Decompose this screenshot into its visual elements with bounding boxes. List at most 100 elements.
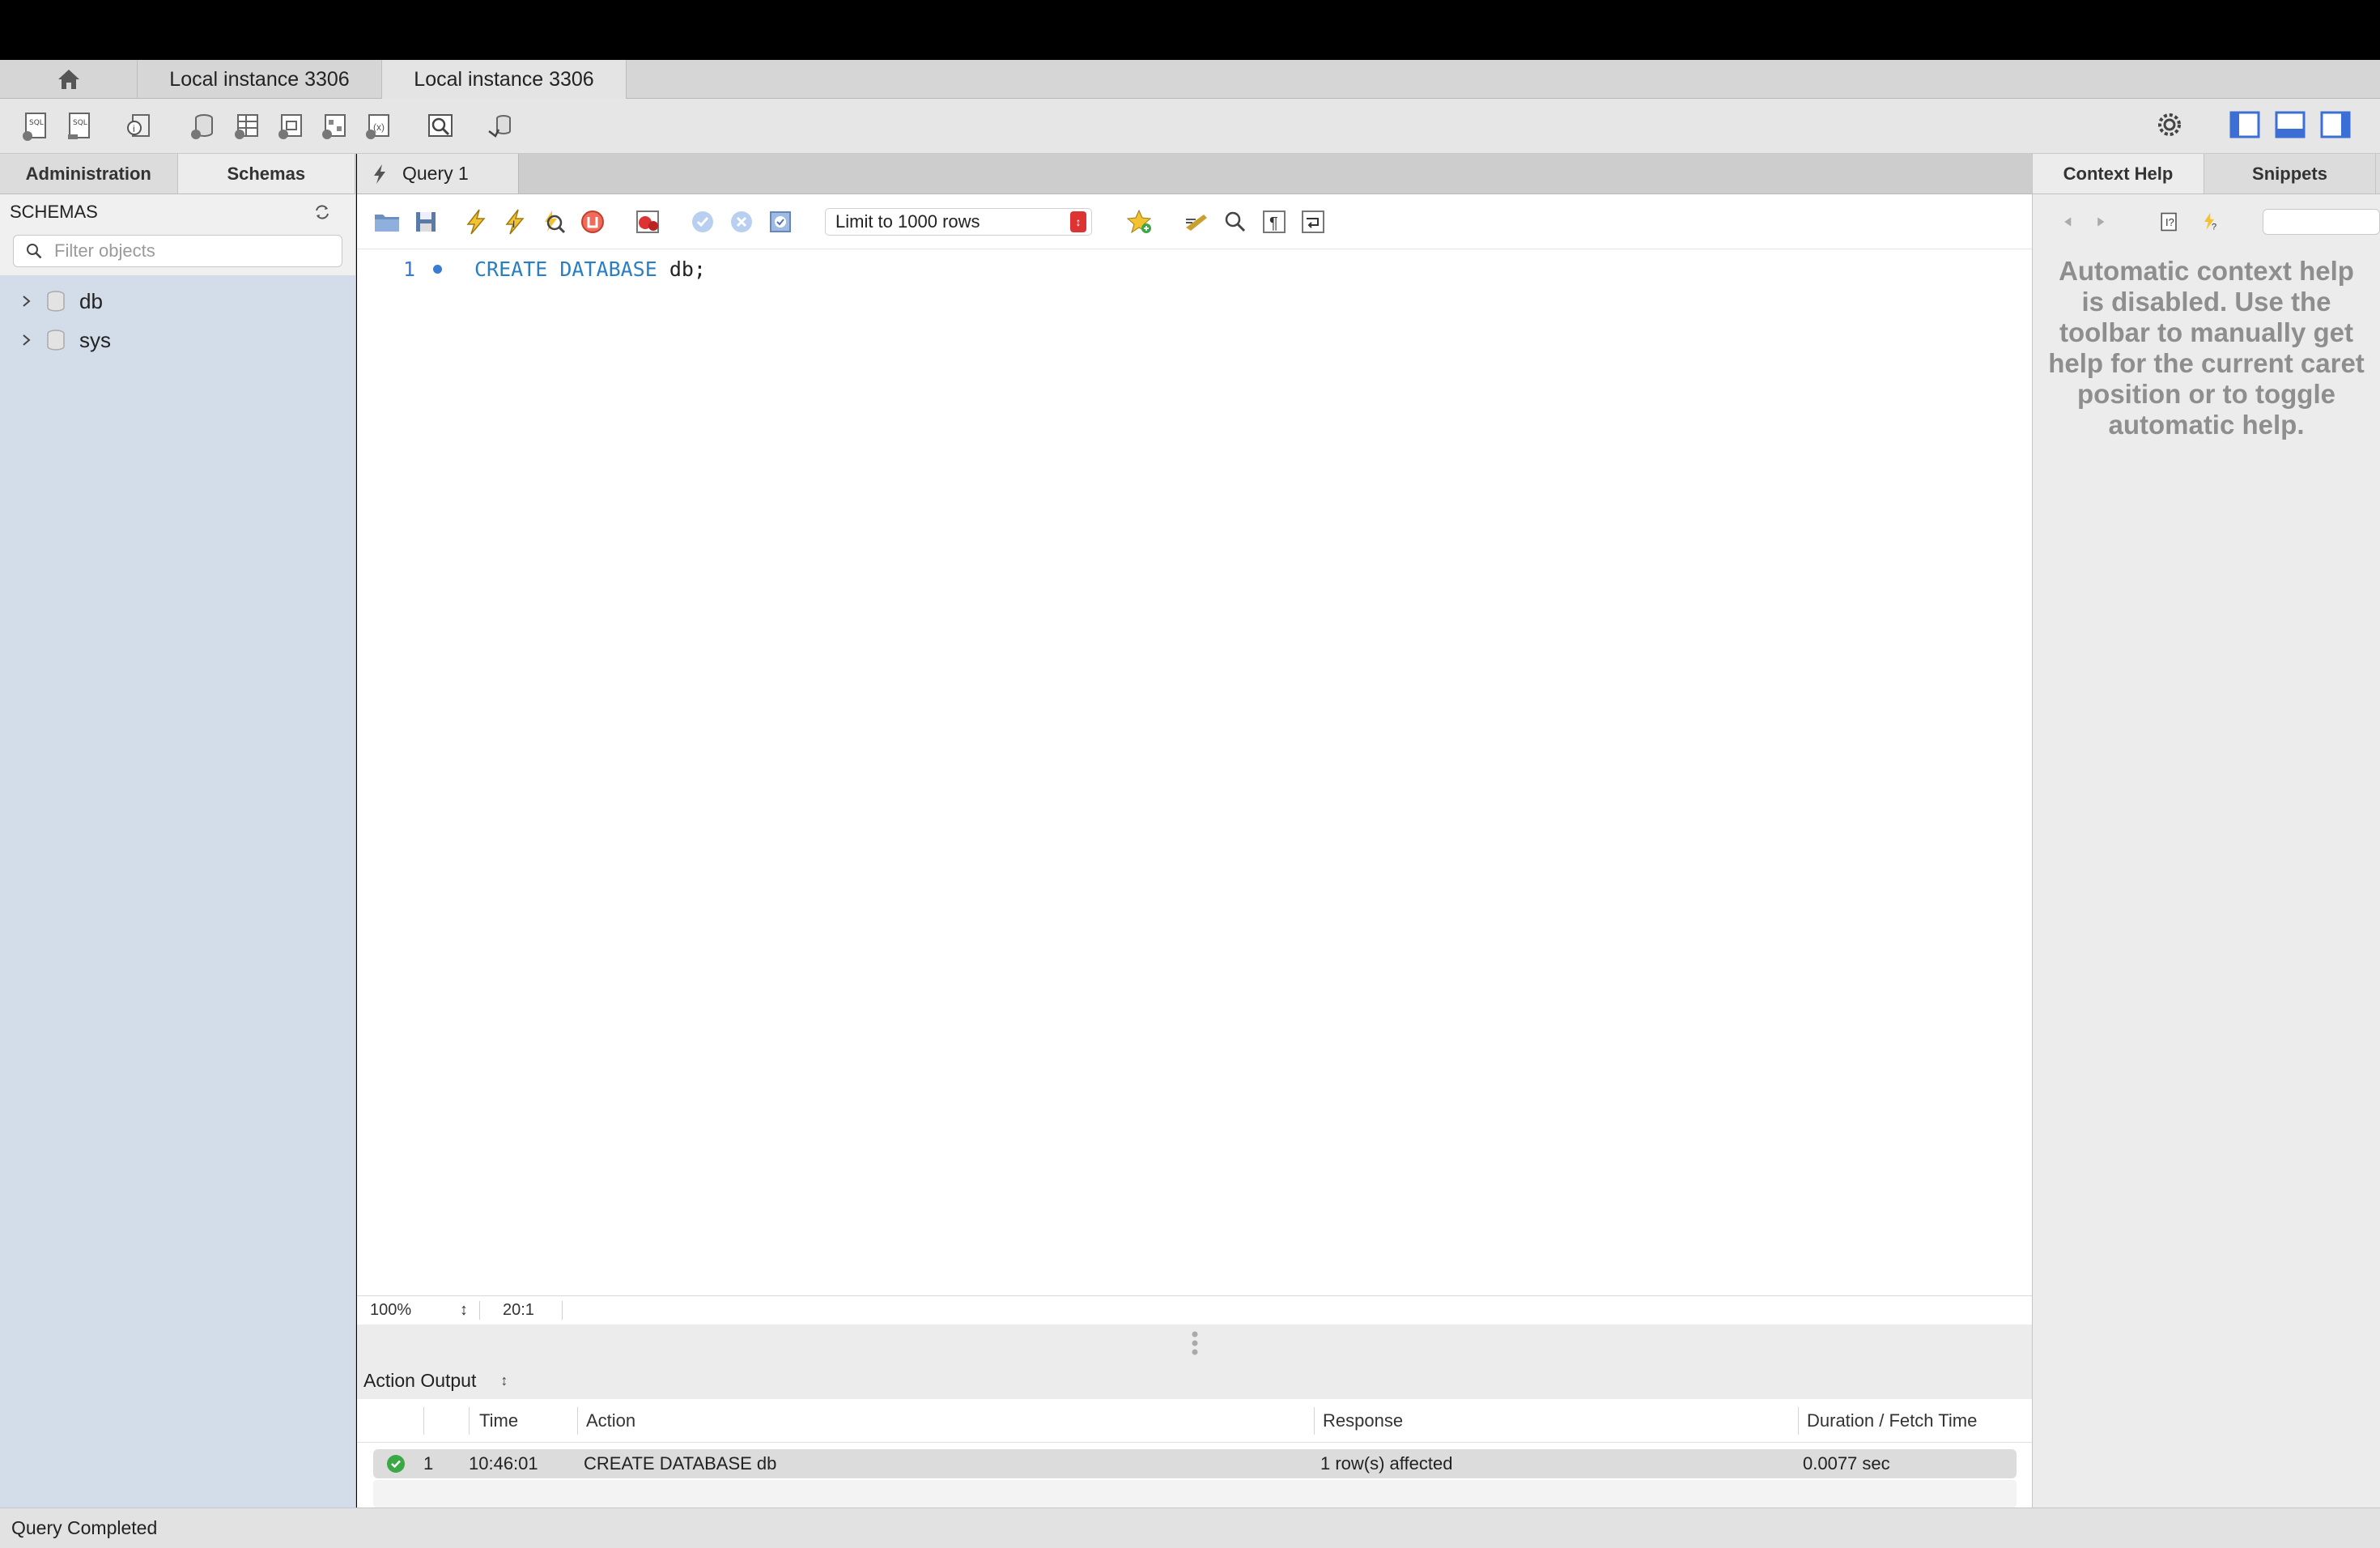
toggle-sidebar-icon[interactable] bbox=[2229, 111, 2260, 138]
create-function-icon[interactable]: (x) bbox=[359, 108, 395, 144]
column-action[interactable]: Action bbox=[577, 1406, 1314, 1435]
execute-icon[interactable] bbox=[461, 206, 491, 237]
open-sql-script-icon[interactable]: SQL bbox=[62, 108, 97, 144]
svg-text:¶: ¶ bbox=[1269, 215, 1278, 232]
open-file-icon[interactable] bbox=[372, 206, 402, 237]
schema-item-db[interactable]: db bbox=[0, 282, 355, 321]
save-icon[interactable] bbox=[410, 206, 441, 237]
sql-identifier: db; bbox=[657, 257, 706, 281]
back-arrow-icon[interactable] bbox=[2062, 214, 2074, 230]
schema-tree: db sys bbox=[0, 275, 355, 359]
home-tab[interactable] bbox=[0, 60, 138, 99]
beautify-icon[interactable] bbox=[1181, 206, 1212, 237]
invisible-chars-icon[interactable]: ¶ bbox=[1259, 206, 1290, 237]
tab-context-help[interactable]: Context Help bbox=[2033, 154, 2204, 194]
query-editor-area: Query 1 I Limit to 1000 rows ↕ ¶ 1 CREAT bbox=[357, 154, 2032, 1508]
chevron-right-icon[interactable] bbox=[21, 333, 32, 347]
statement-marker bbox=[433, 265, 442, 274]
svg-text:I?: I? bbox=[2165, 216, 2174, 228]
rollback-icon[interactable] bbox=[726, 206, 757, 237]
zoom-value: 100% bbox=[370, 1301, 412, 1319]
commit-icon[interactable] bbox=[687, 206, 718, 237]
connection-tab-bar: Local instance 3306 Local instance 3306 bbox=[0, 60, 2380, 99]
panel-splitter[interactable] bbox=[357, 1325, 2032, 1362]
editor-status-bar: 100% ↕ 20:1 bbox=[357, 1295, 2032, 1325]
main-toolbar: SQL SQL i (x) bbox=[0, 99, 2380, 154]
query-tab-label: Query 1 bbox=[402, 163, 469, 184]
home-icon bbox=[57, 70, 79, 89]
toggle-output-panel-icon[interactable] bbox=[2275, 111, 2306, 138]
schemas-header: SCHEMAS bbox=[0, 194, 355, 230]
status-text: Query Completed bbox=[11, 1517, 158, 1538]
refresh-icon[interactable] bbox=[313, 204, 331, 220]
tab-administration[interactable]: Administration bbox=[0, 154, 178, 194]
search-icon bbox=[27, 244, 42, 259]
chevron-updown-icon: ↕ bbox=[500, 1372, 508, 1389]
drag-handle-icon bbox=[1192, 1331, 1197, 1355]
sql-editor[interactable]: 1 CREATE DATABASE db; bbox=[357, 249, 2032, 1449]
stop-on-error-icon[interactable] bbox=[632, 206, 663, 237]
explain-icon[interactable] bbox=[538, 206, 569, 237]
create-table-icon[interactable] bbox=[228, 108, 264, 144]
tab-schemas[interactable]: Schemas bbox=[177, 154, 355, 194]
schema-item-sys[interactable]: sys bbox=[0, 321, 355, 359]
tab-snippets[interactable]: Snippets bbox=[2204, 154, 2376, 194]
svg-text:I: I bbox=[512, 219, 515, 230]
output-selector-label: Action Output bbox=[363, 1369, 477, 1391]
row-duration: 0.0077 sec bbox=[1803, 1453, 1890, 1474]
find-icon[interactable] bbox=[1220, 206, 1251, 237]
search-table-data-icon[interactable] bbox=[423, 108, 458, 144]
help-toolbar: I? ? bbox=[2033, 194, 2380, 249]
row-time: 10:46:01 bbox=[469, 1453, 538, 1474]
word-wrap-icon[interactable] bbox=[1298, 206, 1328, 237]
auto-help-icon[interactable]: ? bbox=[2201, 209, 2222, 235]
create-schema-icon[interactable] bbox=[185, 108, 220, 144]
new-sql-tab-icon[interactable]: SQL bbox=[18, 108, 53, 144]
row-response: 1 row(s) affected bbox=[1320, 1453, 1453, 1474]
editor-toolbar: I Limit to 1000 rows ↕ ¶ bbox=[357, 194, 2032, 249]
zoom-select[interactable]: 100% ↕ bbox=[357, 1301, 480, 1320]
instance-tab-2[interactable]: Local instance 3306 bbox=[382, 60, 627, 99]
sql-keyword: CREATE DATABASE bbox=[474, 257, 657, 281]
settings-gear-icon[interactable] bbox=[2153, 108, 2186, 141]
layout-toggles bbox=[2153, 108, 2351, 141]
table-row[interactable]: 1 10:46:01 CREATE DATABASE db 1 row(s) a… bbox=[373, 1449, 2017, 1478]
create-view-icon[interactable] bbox=[272, 108, 308, 144]
chevron-updown-icon: ↕ bbox=[1070, 211, 1086, 232]
help-message: Automatic context help is disabled. Use … bbox=[2048, 256, 2365, 440]
reconnect-icon[interactable] bbox=[482, 108, 518, 144]
navigator-tabs: Administration Schemas bbox=[0, 154, 355, 194]
chevron-updown-icon: ↕ bbox=[460, 1301, 468, 1319]
instance-tab-1[interactable]: Local instance 3306 bbox=[138, 60, 382, 99]
output-selector[interactable]: Action Output ↕ bbox=[357, 1362, 2032, 1399]
manual-help-icon[interactable]: I? bbox=[2159, 209, 2180, 235]
autocommit-icon[interactable] bbox=[765, 206, 796, 237]
column-time[interactable]: Time bbox=[469, 1406, 577, 1435]
database-icon bbox=[47, 291, 65, 312]
line-number: 1 bbox=[402, 257, 415, 281]
create-procedure-icon[interactable] bbox=[316, 108, 351, 144]
window-title-bar bbox=[0, 0, 2380, 60]
stop-icon[interactable] bbox=[577, 206, 608, 237]
column-response[interactable]: Response bbox=[1314, 1406, 1798, 1435]
schemas-title: SCHEMAS bbox=[10, 202, 98, 222]
forward-arrow-icon[interactable] bbox=[2095, 214, 2107, 230]
column-duration[interactable]: Duration / Fetch Time bbox=[1798, 1406, 2028, 1435]
help-search-input[interactable] bbox=[2262, 209, 2380, 235]
toggle-secondary-sidebar-icon[interactable] bbox=[2320, 111, 2351, 138]
limit-rows-label: Limit to 1000 rows bbox=[835, 211, 980, 232]
limit-rows-select[interactable]: Limit to 1000 rows ↕ bbox=[825, 207, 1092, 236]
add-snippet-icon[interactable] bbox=[1124, 206, 1155, 237]
action-output-table: Time Action Response Duration / Fetch Ti… bbox=[357, 1399, 2032, 1508]
table-header: Time Action Response Duration / Fetch Ti… bbox=[357, 1399, 2032, 1443]
caret-position: 20:1 bbox=[480, 1301, 563, 1320]
filter-objects-input[interactable] bbox=[54, 240, 329, 262]
execute-current-icon[interactable]: I bbox=[499, 206, 530, 237]
tab-query-1[interactable]: Query 1 bbox=[357, 154, 519, 194]
filter-objects-field bbox=[13, 235, 342, 267]
inspector-icon[interactable]: i bbox=[121, 108, 157, 144]
chevron-right-icon[interactable] bbox=[21, 294, 32, 308]
schema-label: db bbox=[79, 288, 103, 313]
empty-row bbox=[373, 1480, 2017, 1508]
code-line: 1 CREATE DATABASE db; bbox=[357, 257, 706, 281]
